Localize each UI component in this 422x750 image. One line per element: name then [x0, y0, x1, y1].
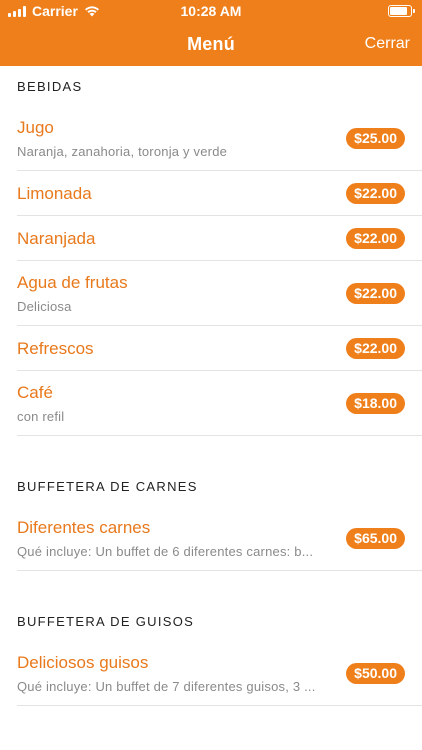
item-description: Qué incluye: Un buffet de 6 diferentes c… — [17, 544, 314, 559]
item-name: Agua de frutas — [17, 273, 128, 292]
section-header: BEBIDAS — [17, 79, 83, 94]
status-left: Carrier — [8, 3, 100, 19]
navigation-bar: Carrier 10:28 AM Menú Cerrar — [0, 0, 422, 66]
item-description: Naranja, zanahoria, toronja y verde — [17, 144, 228, 159]
item-name: Jugo — [17, 118, 54, 137]
price-badge: $25.00 — [346, 128, 405, 149]
item-name: Limonada — [17, 184, 92, 203]
section-buffetera-carnes: BUFFETERA DE CARNES Diferentes carnes Qu… — [0, 466, 422, 571]
menu-list[interactable]: BEBIDAS Jugo Naranja, zanahoria, toronja… — [0, 66, 422, 706]
item-name: Refrescos — [17, 339, 94, 358]
price-badge: $65.00 — [346, 528, 405, 549]
item-description: Deliciosa — [17, 299, 72, 314]
item-description: Qué incluye: Un buffet de 7 diferentes g… — [17, 679, 316, 694]
menu-item[interactable]: Refrescos $22.00 — [17, 326, 422, 371]
price-badge: $22.00 — [346, 283, 405, 304]
status-bar: Carrier 10:28 AM — [0, 0, 422, 22]
section-buffetera-guisos: BUFFETERA DE GUISOS Deliciosos guisos Qu… — [0, 601, 422, 706]
section-header: BUFFETERA DE CARNES — [17, 479, 198, 494]
wifi-icon — [84, 6, 99, 17]
signal-icon — [8, 5, 26, 17]
menu-item[interactable]: Naranjada $22.00 — [17, 216, 422, 261]
price-badge: $22.00 — [346, 338, 405, 359]
item-name: Deliciosos guisos — [17, 653, 149, 672]
menu-item[interactable]: Limonada $22.00 — [17, 171, 422, 216]
menu-item[interactable]: Jugo Naranja, zanahoria, toronja y verde… — [17, 106, 422, 171]
price-badge: $50.00 — [346, 663, 405, 684]
item-name: Café — [17, 383, 53, 402]
menu-item[interactable]: Café con refil $18.00 — [17, 371, 422, 436]
item-name: Diferentes carnes — [17, 518, 151, 537]
price-badge: $18.00 — [346, 393, 405, 414]
battery-icon — [388, 5, 415, 17]
price-badge: $22.00 — [346, 183, 405, 204]
section-bebidas: BEBIDAS Jugo Naranja, zanahoria, toronja… — [0, 66, 422, 436]
page-title: Menú — [187, 34, 235, 54]
section-spacer — [0, 571, 422, 601]
item-description: con refil — [17, 409, 65, 424]
item-name: Naranjada — [17, 229, 96, 248]
menu-item[interactable]: Diferentes carnes Qué incluye: Un buffet… — [17, 506, 422, 571]
menu-item[interactable]: Agua de frutas Deliciosa $22.00 — [17, 261, 422, 326]
carrier-label: Carrier — [32, 3, 78, 19]
close-button[interactable]: Cerrar — [365, 35, 410, 53]
menu-item[interactable]: Deliciosos guisos Qué incluye: Un buffet… — [17, 641, 422, 706]
price-badge: $22.00 — [346, 228, 405, 249]
section-header: BUFFETERA DE GUISOS — [17, 614, 195, 629]
section-spacer — [0, 436, 422, 466]
